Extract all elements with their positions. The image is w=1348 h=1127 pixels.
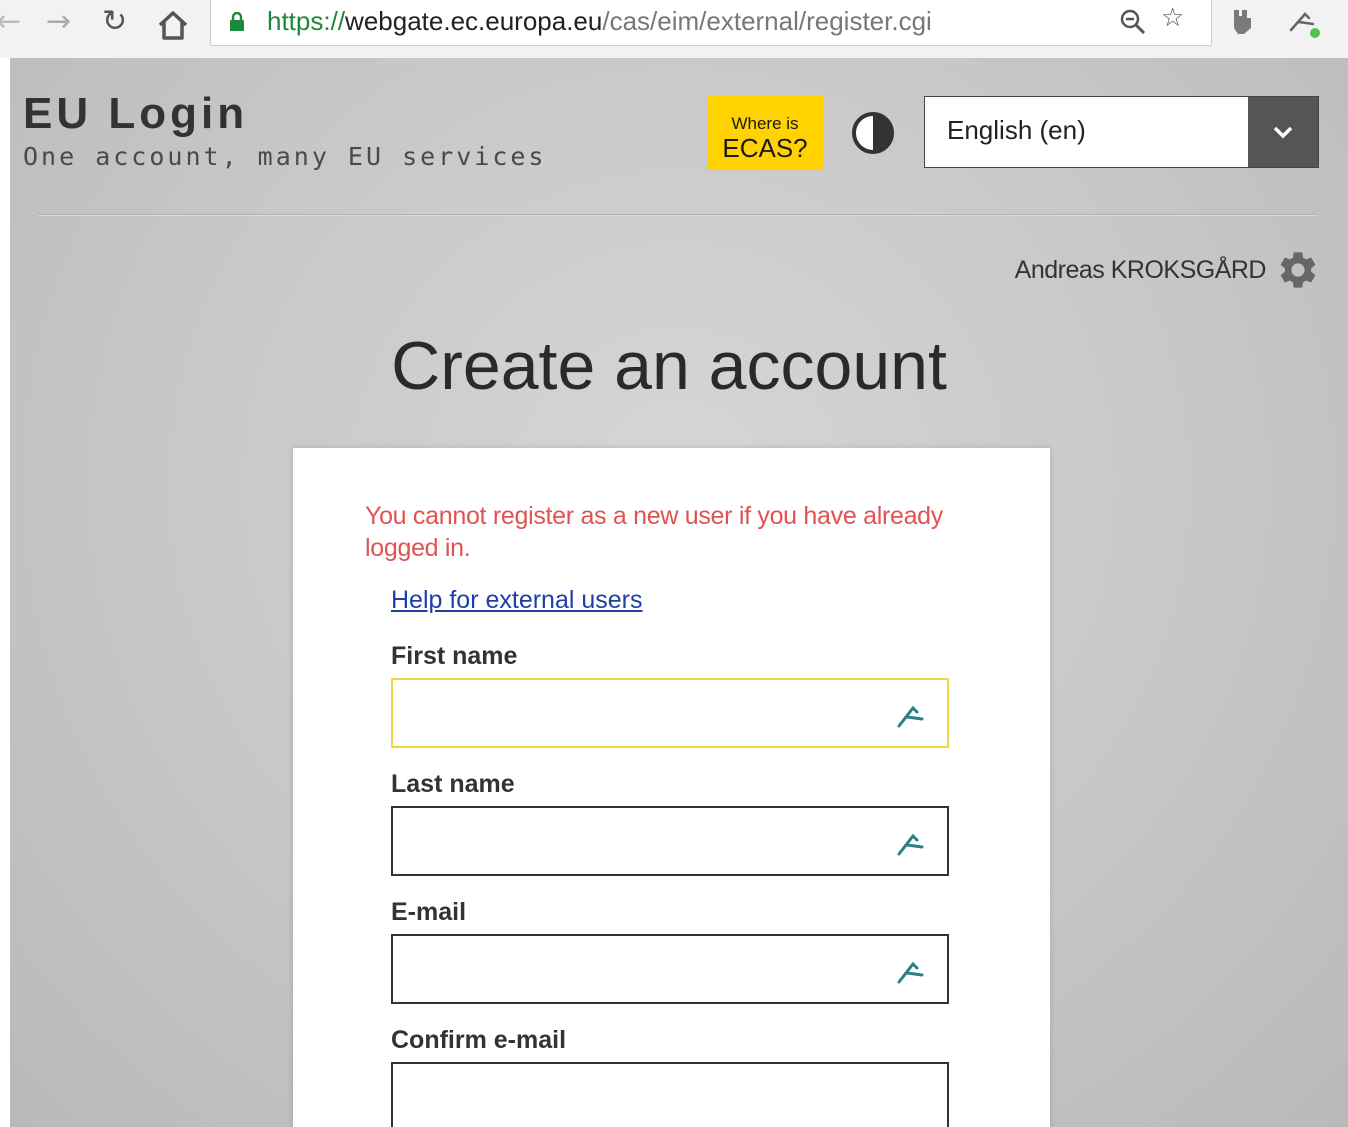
language-dropdown-toggle[interactable] — [1248, 97, 1318, 167]
extension-icon[interactable] — [1228, 6, 1258, 36]
register-form-card: You cannot register as a new user if you… — [293, 448, 1050, 1127]
where-is-ecas-button[interactable]: Where is ECAS? — [707, 96, 823, 170]
email-field[interactable] — [391, 934, 949, 1004]
user-name: Andreas KROKSGÅRD — [1014, 255, 1267, 284]
brand-title: EU Login — [23, 89, 249, 138]
first-name-field[interactable] — [391, 678, 949, 748]
language-select[interactable]: English (en) — [924, 96, 1319, 168]
url-scheme: https:// — [267, 6, 346, 36]
zoom-icon[interactable] — [1119, 8, 1147, 36]
last-name-label: Last name — [391, 770, 515, 798]
contrast-toggle-button[interactable] — [850, 110, 896, 156]
confirm-email-label: Confirm e-mail — [391, 1026, 567, 1054]
url-text[interactable]: https://webgate.ec.europa.eu/cas/eim/ext… — [267, 5, 932, 37]
autofill-icon[interactable] — [895, 956, 925, 986]
confirm-email-input[interactable] — [393, 1064, 947, 1127]
autofill-extension-icon[interactable] — [1285, 6, 1321, 40]
user-area: Andreas KROKSGÅRD — [1015, 248, 1320, 292]
bookmark-star-icon[interactable]: ☆ — [1161, 3, 1184, 33]
url-host: webgate.ec.europa.eu — [345, 6, 603, 36]
page-title: Create an account — [391, 328, 947, 404]
reload-icon[interactable]: ↻ — [102, 4, 127, 40]
email-label: E-mail — [391, 898, 467, 926]
first-name-label: First name — [391, 642, 518, 670]
language-value: English (en) — [947, 115, 1086, 145]
email-input[interactable] — [393, 936, 947, 1002]
first-name-input[interactable] — [393, 680, 947, 746]
forward-icon[interactable]: → — [46, 4, 71, 40]
page-content: EU Login One account, many EU services W… — [10, 58, 1348, 1127]
lock-icon — [230, 12, 244, 31]
error-message: You cannot register as a new user if you… — [365, 502, 943, 562]
chevron-down-icon — [1273, 126, 1293, 139]
brand-tagline: One account, many EU services — [23, 142, 547, 171]
home-icon[interactable] — [156, 8, 190, 42]
url-path: /cas/eim/external/register.cgi — [602, 6, 932, 36]
last-name-field[interactable] — [391, 806, 949, 876]
last-name-input[interactable] — [393, 808, 947, 874]
autofill-icon[interactable] — [895, 828, 925, 858]
address-bar[interactable]: https://webgate.ec.europa.eu/cas/eim/ext… — [210, 0, 1212, 46]
browser-toolbar: ← → ↻ https://webgate.ec.europa.eu/cas/e… — [0, 0, 1348, 58]
ecas-big-label: ECAS? — [722, 133, 808, 163]
gear-icon[interactable] — [1276, 248, 1320, 292]
back-icon[interactable]: ← — [0, 4, 21, 40]
autofill-icon[interactable] — [895, 700, 925, 730]
ecas-small-label: Where is — [731, 114, 799, 133]
header-divider — [38, 214, 1318, 216]
help-external-users-link[interactable]: Help for external users — [391, 586, 643, 615]
confirm-email-field[interactable] — [391, 1062, 949, 1127]
contrast-icon — [852, 112, 894, 154]
